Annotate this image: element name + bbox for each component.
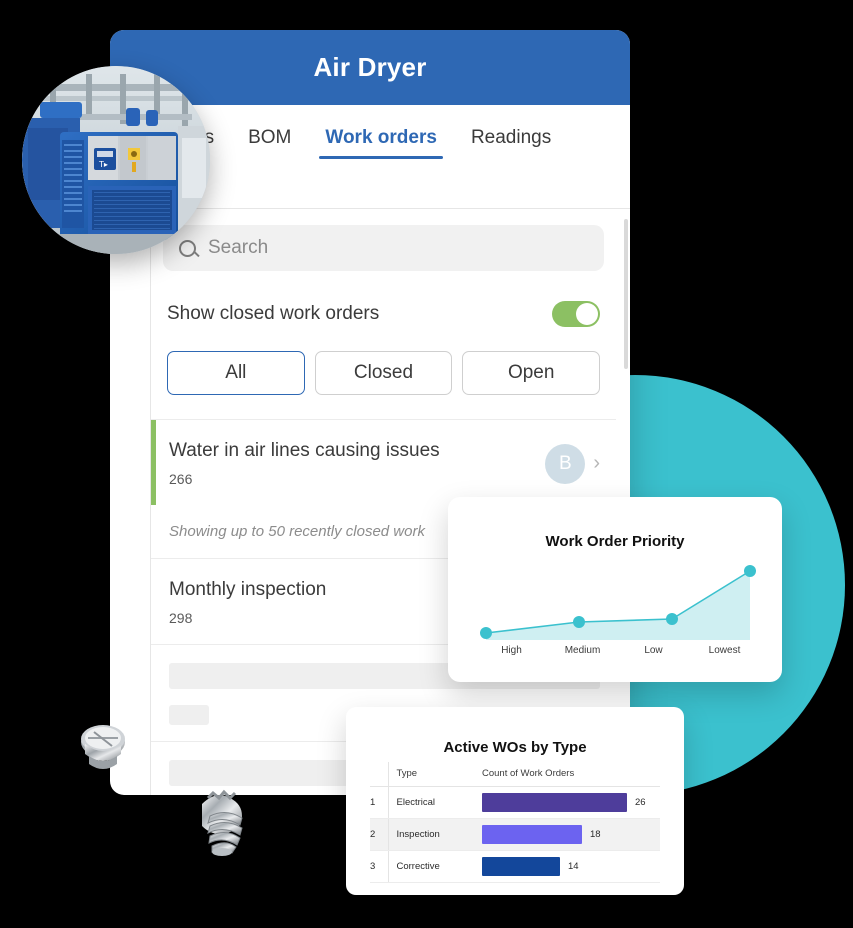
table-row[interactable]: 2 Inspection 18: [370, 818, 660, 851]
bar-value: 14: [568, 861, 579, 872]
tab-label: BOM: [248, 127, 292, 148]
filter-label: All: [225, 362, 247, 383]
page-title: Air Dryer: [313, 52, 427, 82]
chevron-right-icon[interactable]: ›: [593, 452, 600, 475]
app-header: Air Dryer: [110, 30, 630, 105]
bar-inspection: [482, 825, 582, 844]
data-point-medium: [573, 616, 585, 628]
screw-icon-large: [192, 786, 254, 861]
table-row[interactable]: 3 Corrective 14: [370, 850, 660, 883]
work-order-id: 266: [169, 471, 193, 487]
tab-label: Work orders: [325, 127, 437, 148]
column-header-type: Type: [388, 762, 482, 787]
data-point-low: [666, 613, 678, 625]
tab-work-orders[interactable]: Work orders: [319, 105, 443, 171]
list-item[interactable]: Water in air lines causing issues 266 B …: [151, 419, 616, 505]
screenshot-stage: Air Dryer Details BOM Work orders Readin…: [0, 0, 853, 928]
x-tick-label: Low: [644, 645, 663, 656]
tab-label: Readings: [470, 127, 552, 148]
status-filter-group: All Closed Open: [151, 327, 616, 395]
svg-text:T▸: T▸: [98, 160, 108, 169]
column-header-index: [370, 762, 389, 787]
x-tick-label: High: [501, 645, 522, 656]
x-tick-label: Lowest: [708, 645, 741, 656]
data-point-lowest: [744, 565, 756, 577]
area-chart-svg: [480, 565, 756, 640]
avatar-initial: B: [558, 452, 572, 474]
filter-open-button[interactable]: Open: [462, 351, 601, 395]
tab-bom[interactable]: BOM: [248, 105, 291, 171]
show-closed-label: Show closed work orders: [167, 303, 380, 324]
work-order-priority-card: Work Order Priority High Medium Low Lowe…: [448, 497, 782, 682]
show-closed-toggle-row: Show closed work orders: [151, 271, 616, 327]
search-placeholder: Search: [208, 237, 269, 258]
bar-corrective: [482, 857, 560, 876]
priority-area-chart: [476, 565, 760, 640]
screw-graphic: [81, 725, 125, 769]
row-type: Inspection: [388, 818, 482, 851]
skeleton-id: [169, 705, 209, 725]
work-order-title: Water in air lines causing issues: [169, 440, 440, 461]
row-type: Corrective: [388, 850, 482, 883]
row-index: 3: [370, 850, 389, 883]
row-count-cell: 18: [482, 818, 660, 851]
row-count-cell: 26: [482, 786, 660, 819]
search-icon: [179, 239, 196, 257]
air-dryer-photo-illustration: T▸: [22, 66, 210, 254]
active-wos-by-type-card: Active WOs by Type Type Count of Work Or…: [346, 707, 684, 895]
x-tick-label: Medium: [564, 645, 601, 656]
chart-title: Work Order Priority: [545, 533, 685, 550]
active-wos-table: Type Count of Work Orders 1 Electrical 2…: [370, 762, 660, 883]
bar-value: 18: [590, 829, 601, 840]
bar-value: 26: [635, 797, 646, 808]
avatar: B: [545, 443, 586, 484]
data-point-high: [480, 627, 492, 639]
screw-graphic: [202, 789, 243, 856]
priority-x-axis: High Medium Low Lowest: [476, 645, 760, 663]
switch-knob: [576, 303, 598, 325]
row-index: 2: [370, 818, 389, 851]
area-fill: [486, 571, 750, 640]
table-row[interactable]: 1 Electrical 26: [370, 786, 660, 819]
table-header-row: Type Count of Work Orders: [370, 762, 660, 787]
row-count-cell: 14: [482, 850, 660, 883]
show-closed-switch[interactable]: [552, 301, 600, 327]
asset-photo: T▸: [22, 66, 210, 254]
screw-icon-small: [74, 724, 132, 785]
search-input[interactable]: Search: [163, 225, 604, 271]
row-type: Electrical: [388, 786, 482, 819]
filter-all-button[interactable]: All: [167, 351, 305, 395]
bar-electrical: [482, 793, 627, 812]
column-header-count: Count of Work Orders: [482, 762, 660, 787]
tab-readings[interactable]: Readings: [471, 105, 551, 171]
filter-label: Open: [507, 362, 555, 383]
row-index: 1: [370, 786, 389, 819]
filter-closed-button[interactable]: Closed: [314, 351, 453, 395]
scrollbar-thumb[interactable]: [624, 219, 628, 369]
chart-title: Active WOs by Type: [443, 739, 587, 756]
filter-label: Closed: [353, 362, 414, 383]
